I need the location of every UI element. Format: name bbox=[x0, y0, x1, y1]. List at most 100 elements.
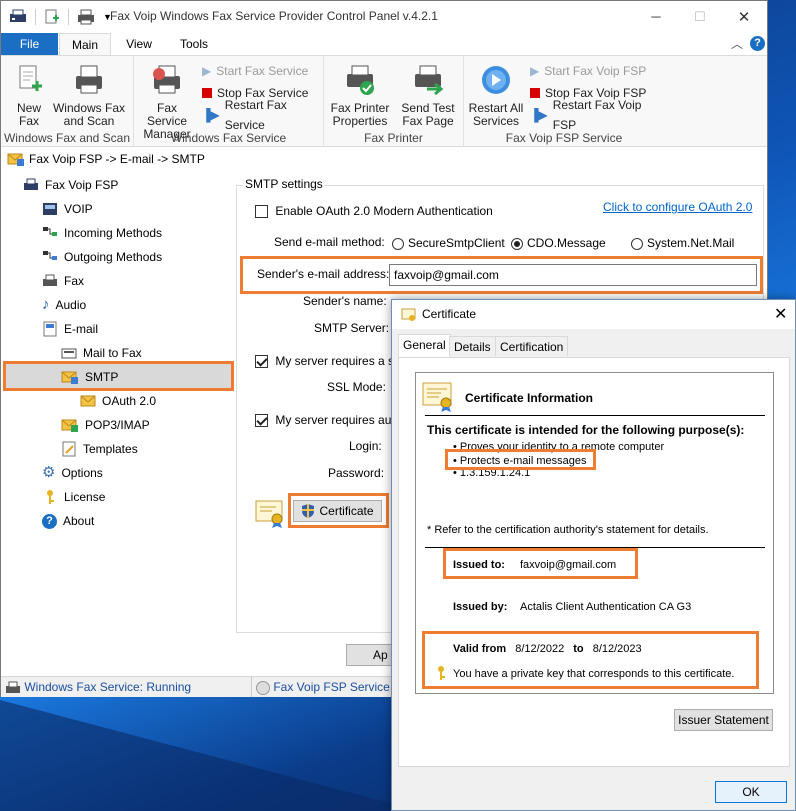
tab-main[interactable]: Main bbox=[59, 33, 111, 56]
tree-item-incoming-methods[interactable]: Incoming Methods bbox=[42, 222, 162, 244]
tree-item-about[interactable]: ? About bbox=[42, 510, 94, 532]
radio-button[interactable] bbox=[631, 237, 643, 250]
smtp-server-label: SMTP Server: bbox=[314, 321, 390, 335]
start-fax-service-button[interactable]: ▶ Start Fax Service bbox=[202, 61, 308, 81]
ok-button[interactable]: OK bbox=[715, 781, 787, 803]
tab-general[interactable]: General bbox=[398, 334, 451, 358]
status-fax-voip-fsp-service: Fax Voip FSP Service: R bbox=[256, 680, 405, 695]
requires-auth-checkbox[interactable]: My server requires auth bbox=[255, 413, 401, 428]
tree-label: VOIP bbox=[64, 202, 93, 216]
help-icon[interactable]: ? bbox=[750, 36, 765, 51]
separator-line bbox=[425, 415, 765, 416]
highlight-issued-to bbox=[443, 548, 638, 579]
secure-checkbox-box[interactable] bbox=[255, 355, 268, 369]
tab-details[interactable]: Details bbox=[449, 336, 496, 356]
tab-tools[interactable]: Tools bbox=[171, 33, 217, 55]
purpose-heading: This certificate is intended for the fol… bbox=[427, 423, 745, 437]
method-cdo-message-radio[interactable]: CDO.Message bbox=[511, 236, 606, 250]
tree-item-templates[interactable]: Templates bbox=[61, 438, 138, 460]
auth-checkbox-box[interactable] bbox=[255, 414, 268, 428]
send-test-fax-page-button[interactable]: Send Test Fax Page bbox=[397, 64, 459, 128]
refer-note: * Refer to the certification authority's… bbox=[427, 524, 709, 536]
group-label-fax-printer: Fax Printer bbox=[364, 131, 423, 145]
tree-label: Fax bbox=[64, 274, 85, 288]
tree-label: Incoming Methods bbox=[64, 226, 163, 240]
restart-fax-voip-fsp-button[interactable]: ▐▶ Restart Fax Voip FSP bbox=[530, 98, 664, 132]
radio-label: System.Net.Mail bbox=[647, 236, 735, 250]
fax-icon bbox=[24, 178, 38, 190]
key-icon bbox=[47, 490, 54, 504]
restart-fax-service-button[interactable]: ▐▶ Restart Fax Service bbox=[202, 98, 323, 132]
restart-icon: ▐▶ bbox=[202, 108, 220, 122]
printer-icon[interactable] bbox=[77, 9, 95, 25]
oauth-checkbox[interactable]: Enable OAuth 2.0 Modern Authentication bbox=[255, 204, 493, 219]
oauth-checkbox-box[interactable] bbox=[255, 205, 268, 219]
new-fax-label: New Fax bbox=[16, 101, 41, 128]
tree-item-fax-voip-fsp[interactable]: Fax Voip FSP bbox=[23, 174, 118, 196]
breadcrumb: Fax Voip FSP -> E-mail -> SMTP bbox=[1, 148, 767, 170]
new-fax-icon bbox=[19, 65, 42, 91]
configure-oauth-link[interactable]: Click to configure OAuth 2.0 bbox=[603, 200, 752, 214]
tree-item-voip[interactable]: VOIP bbox=[42, 198, 93, 220]
method-system-net-mail-radio[interactable]: System.Net.Mail bbox=[631, 236, 734, 250]
radio-label: SecureSmtpClient bbox=[408, 236, 505, 250]
tree-item-oauth[interactable]: OAuth 2.0 bbox=[80, 390, 156, 412]
tree-label: Options bbox=[61, 466, 103, 480]
tree-item-pop3-imap[interactable]: POP3/IMAP bbox=[61, 414, 150, 436]
email-icon bbox=[43, 321, 57, 337]
window-title: Fax Voip Windows Fax Service Provider Co… bbox=[110, 9, 438, 23]
tree-label: POP3/IMAP bbox=[85, 418, 150, 432]
tree-item-fax[interactable]: Fax bbox=[42, 270, 84, 292]
tab-view[interactable]: View bbox=[117, 33, 161, 55]
restart-all-services-button[interactable]: Restart All Services bbox=[466, 64, 526, 128]
password-label: Password: bbox=[328, 466, 385, 480]
start-fax-voip-fsp-button[interactable]: ▶ Start Fax Voip FSP bbox=[530, 61, 646, 81]
mail-to-fax-icon bbox=[61, 348, 77, 359]
close-button[interactable]: ✕ bbox=[721, 1, 767, 32]
method-secure-smtp-client-radio[interactable]: SecureSmtpClient bbox=[392, 236, 505, 250]
voip-icon bbox=[43, 203, 57, 215]
tree-item-outgoing-methods[interactable]: Outgoing Methods bbox=[42, 246, 162, 268]
oauth-checkbox-label: Enable OAuth 2.0 Modern Authentication bbox=[275, 204, 493, 218]
close-dialog-icon[interactable]: ✕ bbox=[774, 304, 787, 324]
certificate-title-icon bbox=[401, 308, 416, 321]
new-doc-icon[interactable] bbox=[44, 9, 60, 25]
breadcrumb-text: Fax Voip FSP -> E-mail -> SMTP bbox=[29, 152, 205, 166]
ribbon-tabs: File Main View Tools ︿ ? bbox=[1, 33, 767, 56]
issuer-statement-button[interactable]: Issuer Statement bbox=[674, 709, 773, 731]
minimize-button[interactable]: ─ bbox=[633, 1, 679, 32]
radio-button[interactable] bbox=[511, 237, 523, 250]
collapse-ribbon-icon[interactable]: ︿ bbox=[731, 35, 743, 52]
group-label-windows-fax-service: Windows Fax Service bbox=[170, 131, 287, 145]
fax-service-manager-button[interactable]: Fax Service Manager bbox=[137, 64, 197, 141]
tree-item-options[interactable]: ⚙ Options bbox=[42, 462, 103, 484]
status-divider bbox=[251, 677, 252, 697]
tree-item-email[interactable]: E-mail bbox=[42, 318, 98, 340]
printer-icon bbox=[6, 681, 20, 693]
tree-label: OAuth 2.0 bbox=[102, 394, 157, 408]
maximize-button[interactable]: ☐ bbox=[677, 1, 723, 32]
new-fax-button[interactable]: New Fax bbox=[9, 64, 49, 128]
ribbon-group-fax-printer: Fax Printer Properties Send Test Fax Pag… bbox=[324, 56, 464, 147]
tree-item-audio[interactable]: ♪ Audio bbox=[42, 294, 86, 316]
ribbon-group-windows-fax-and-scan: New Fax Windows Fax and Scan Windows Fax… bbox=[1, 56, 134, 147]
certificate-dialog-title: Certificate bbox=[422, 307, 477, 321]
secure-connection-checkbox[interactable]: My server requires a se bbox=[255, 354, 401, 369]
tab-certification-path[interactable]: Certification Path bbox=[495, 336, 569, 374]
tree-label: Fax Voip FSP bbox=[45, 178, 119, 192]
highlight-validity bbox=[422, 631, 759, 689]
music-note-icon: ♪ bbox=[42, 296, 50, 313]
windows-fax-and-scan-button[interactable]: Windows Fax and Scan bbox=[51, 64, 127, 128]
login-label: Login: bbox=[349, 439, 382, 453]
ribbon: New Fax Windows Fax and Scan Windows Fax… bbox=[1, 55, 767, 147]
tab-file[interactable]: File bbox=[1, 33, 58, 55]
tree-item-license[interactable]: License bbox=[42, 486, 105, 508]
fax-printer-properties-button[interactable]: Fax Printer Properties bbox=[329, 64, 391, 128]
certificate-large-icon bbox=[422, 382, 452, 412]
stop-icon bbox=[530, 88, 540, 98]
stop-icon bbox=[202, 88, 212, 98]
tree-label: About bbox=[63, 514, 95, 528]
restart-fax-voip-fsp-label: Restart Fax Voip FSP bbox=[552, 98, 642, 132]
radio-button[interactable] bbox=[392, 237, 404, 250]
start-fax-voip-fsp-label: Start Fax Voip FSP bbox=[544, 64, 647, 78]
